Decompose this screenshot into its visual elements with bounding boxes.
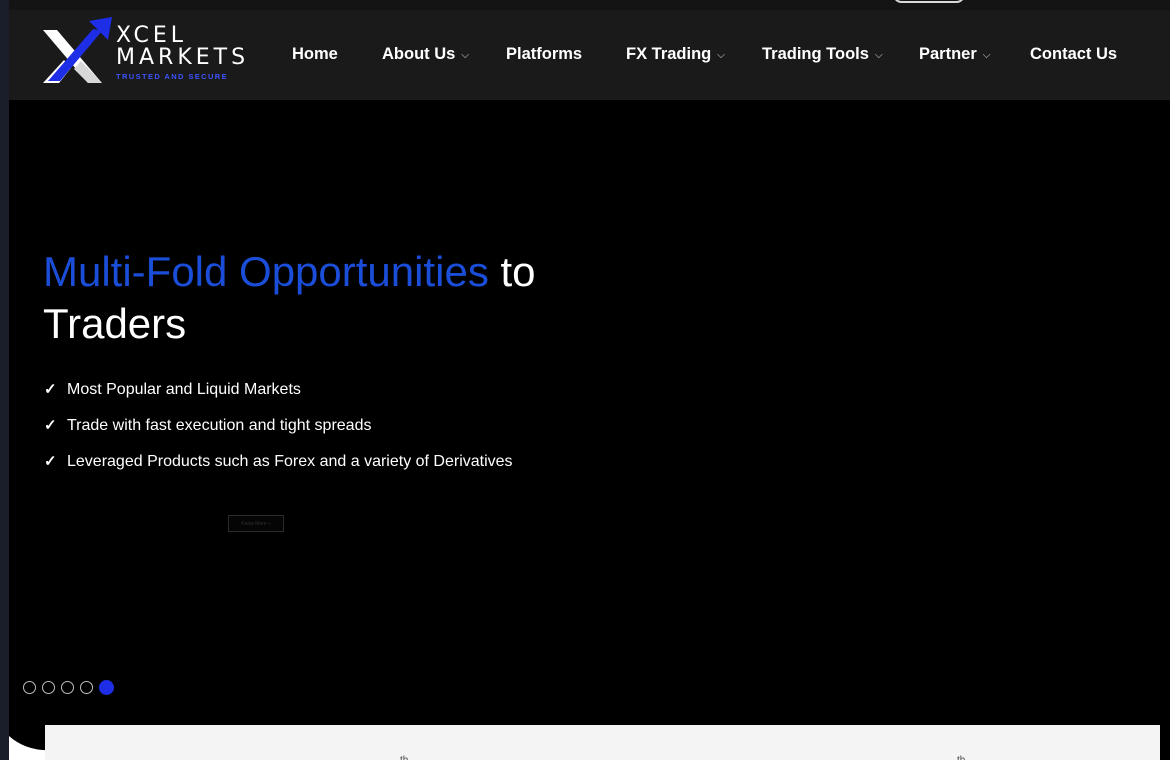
nav-item-label: Home [292,45,338,63]
hero-title-second-line: Traders [43,300,187,347]
nav-item-about-us[interactable]: About Us ⌵ [382,45,469,64]
nav-item-home[interactable]: Home [292,45,338,64]
page-left-edge [0,0,9,760]
nav-item-label: Platforms [506,45,583,63]
know-more-button[interactable]: Know More » [228,515,284,532]
slider-dot[interactable] [80,681,93,694]
x-arrow-logo-icon [43,17,112,83]
hero-title: Multi-Fold Opportunities to Traders [43,246,536,350]
nav-item-label: FX Trading [626,45,712,63]
check-icon: ✓ [44,453,57,470]
nav-item-partner[interactable]: Partner ⌵ [919,45,990,64]
check-icon: ✓ [44,381,57,398]
top-outline-button[interactable] [893,0,965,3]
nav-item-platforms[interactable]: Platforms [506,45,582,64]
check-icon: ✓ [44,417,57,434]
nav-item-label: Trading Tools [762,45,869,63]
hero-title-accent: Multi-Fold Opportunities [43,248,489,295]
panel-text-left: th [400,755,408,760]
top-bar [9,0,1170,10]
brand-logo[interactable]: XCEL MARKETS TRUSTED AND SECURE [42,17,247,93]
slider-pagination [23,680,114,695]
logo-line-2: MARKETS [116,45,250,70]
nav-item-fx-trading[interactable]: FX Trading ⌵ [626,45,725,64]
slider-dot[interactable] [61,681,74,694]
site-header: XCEL MARKETS TRUSTED AND SECURE Home Abo… [9,10,1170,100]
nav-item-contact-us[interactable]: Contact Us [1030,45,1117,64]
nav-item-trading-tools[interactable]: Trading Tools ⌵ [762,45,883,64]
list-item: ✓ Leveraged Products such as Forex and a… [44,444,513,480]
chevron-down-icon: ⌵ [874,50,883,61]
list-item: ✓ Trade with fast execution and tight sp… [44,408,513,444]
slider-dot[interactable] [23,681,36,694]
chevron-down-icon: ⌵ [717,50,725,61]
feature-list: ✓ Most Popular and Liquid Markets ✓ Trad… [44,372,513,480]
logo-tagline: TRUSTED AND SECURE [116,72,229,81]
nav-item-label: Partner [919,45,977,63]
chevron-down-icon: ⌵ [461,50,469,61]
feature-text: Leveraged Products such as Forex and a v… [67,453,513,470]
nav-item-label: About Us [382,45,456,63]
logo-line-1: XCEL [116,23,187,48]
slider-dot[interactable] [42,681,55,694]
panel-text-right: th [957,755,965,760]
feature-text: Most Popular and Liquid Markets [67,381,301,398]
hero-title-rest: to [488,248,536,295]
nav-item-label: Contact Us [1030,45,1118,63]
next-section-panel: th th [45,725,1160,760]
slider-dot-active[interactable] [99,680,114,695]
feature-text: Trade with fast execution and tight spre… [67,417,372,434]
list-item: ✓ Most Popular and Liquid Markets [44,372,513,408]
chevron-down-icon: ⌵ [982,50,991,61]
logo-wordmark: XCEL MARKETS TRUSTED AND SECURE [116,23,250,82]
